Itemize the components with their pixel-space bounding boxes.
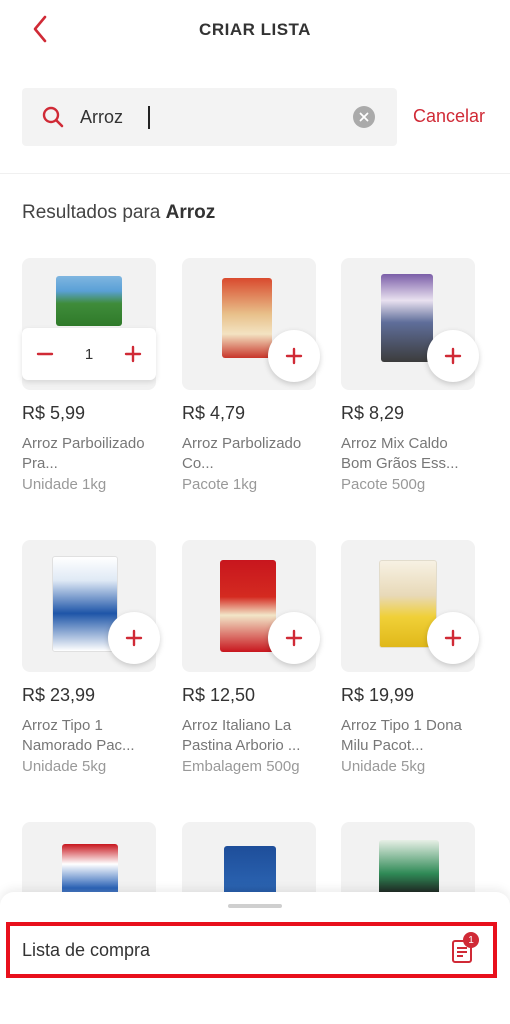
product-image: [182, 540, 320, 672]
product-price: R$ 19,99: [341, 685, 415, 705]
add-button[interactable]: [427, 330, 479, 382]
product-price: R$ 5,99: [22, 403, 86, 423]
plus-icon: [444, 347, 462, 365]
bottom-sheet[interactable]: Lista de compra 1: [0, 892, 510, 1024]
add-button[interactable]: [427, 612, 479, 664]
product-price: R$ 8,29: [341, 403, 405, 423]
shopping-list-bar[interactable]: Lista de compra 1: [6, 922, 497, 978]
product-card[interactable]: 1 R$ 5,99 Arroz Parboilizado Pra... Unid…: [22, 258, 156, 493]
product-name: Arroz Tipo 1 Namorado Pac...: [22, 717, 135, 754]
drag-handle[interactable]: [228, 904, 282, 908]
clear-search-button[interactable]: [353, 106, 375, 128]
product-name: Arroz Parbolizado Co...: [182, 435, 302, 472]
minus-icon[interactable]: [36, 345, 54, 363]
product-image: [341, 540, 479, 672]
product-card[interactable]: R$ 23,99 Arroz Tipo 1 Namorado Pac... Un…: [22, 540, 160, 775]
results-heading: Resultados para Arroz: [22, 202, 215, 224]
plus-icon: [285, 629, 303, 647]
product-price: R$ 23,99: [22, 685, 96, 705]
results-term: Arroz: [165, 202, 216, 223]
product-image: [182, 258, 320, 390]
product-card[interactable]: R$ 8,29 Arroz Mix Caldo Bom Grãos Ess...…: [341, 258, 479, 493]
product-name: Arroz Tipo 1 Dona Milu Pacot...: [341, 717, 462, 754]
shopping-list-icon[interactable]: 1: [449, 932, 479, 964]
product-card[interactable]: R$ 12,50 Arroz Italiano La Pastina Arbor…: [182, 540, 320, 775]
add-button[interactable]: [268, 612, 320, 664]
search-icon: [42, 106, 64, 128]
cancel-button[interactable]: Cancelar: [413, 106, 485, 127]
product-unit: Unidade 1kg: [22, 476, 107, 493]
product-name: Arroz Mix Caldo Bom Grãos Ess...: [341, 435, 459, 472]
add-button[interactable]: [108, 612, 160, 664]
product-name: Arroz Italiano La Pastina Arborio ...: [182, 717, 301, 754]
product-unit: Pacote 500g: [341, 476, 426, 493]
product-unit: Embalagem 500g: [182, 758, 300, 775]
product-image: [341, 258, 479, 390]
product-unit: Unidade 5kg: [22, 758, 107, 775]
quantity-value: 1: [84, 345, 94, 363]
add-button[interactable]: [268, 330, 320, 382]
product-unit: Pacote 1kg: [182, 476, 258, 493]
product-card[interactable]: R$ 19,99 Arroz Tipo 1 Dona Milu Pacot...…: [341, 540, 479, 775]
plus-icon[interactable]: [124, 345, 142, 363]
product-unit: Unidade 5kg: [341, 758, 426, 775]
plus-icon: [444, 629, 462, 647]
search-row: Cancelar: [0, 62, 510, 174]
plus-icon: [125, 629, 143, 647]
product-price: R$ 12,50: [182, 685, 256, 705]
search-box[interactable]: [22, 88, 397, 146]
page-title: CRIAR LISTA: [199, 20, 311, 39]
product-card[interactable]: R$ 4,79 Arroz Parbolizado Co... Pacote 1…: [182, 258, 320, 493]
quantity-stepper[interactable]: 1: [22, 328, 156, 380]
close-icon: [359, 112, 369, 122]
cart-count-badge: 1: [463, 932, 479, 948]
product-image: 1: [22, 258, 156, 390]
text-caret: [148, 106, 150, 129]
product-image: [22, 540, 160, 672]
plus-icon: [285, 347, 303, 365]
shopping-list-label: Lista de compra: [22, 939, 151, 960]
search-input[interactable]: [80, 99, 340, 135]
product-name: Arroz Parboilizado Pra...: [22, 435, 145, 472]
header: CRIAR LISTA: [0, 0, 510, 62]
product-price: R$ 4,79: [182, 403, 246, 423]
results-prefix: Resultados para: [22, 202, 161, 223]
